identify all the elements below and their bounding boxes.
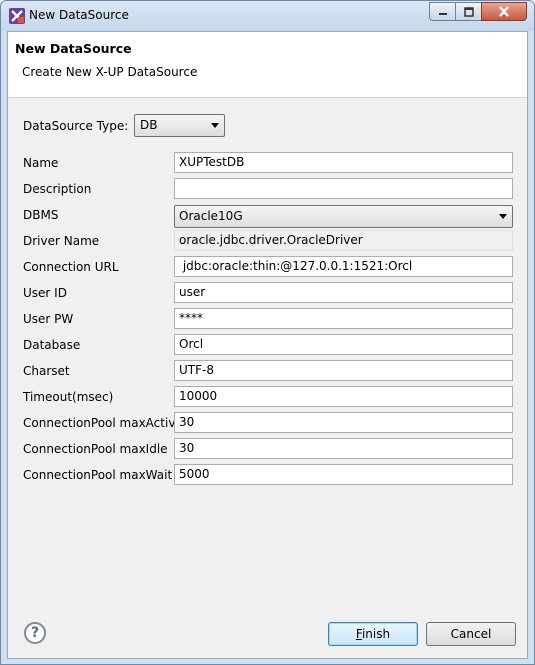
dbms-label: DBMS <box>23 208 59 222</box>
driver-name-field: oracle.jdbc.driver.OracleDriver <box>174 230 513 251</box>
datasource-type-select[interactable]: DB <box>134 114 225 137</box>
finish-button[interactable]: Finish <box>328 622 418 646</box>
pool-max-idle-label: ConnectionPool maxIdle <box>23 442 168 456</box>
close-button[interactable] <box>481 2 527 21</box>
database-label: Database <box>23 338 81 352</box>
dialog-window: New DataSource New DataSource Create New… <box>0 0 535 665</box>
minimize-button[interactable] <box>429 2 455 21</box>
xup-app-icon <box>9 8 25 24</box>
pool-max-active-input[interactable]: 30 <box>174 412 513 433</box>
cancel-button[interactable]: Cancel <box>426 622 516 646</box>
titlebar[interactable]: New DataSource <box>1 1 534 31</box>
minimize-icon <box>438 12 447 15</box>
datasource-type-value: DB <box>140 118 158 132</box>
chevron-down-icon <box>499 214 507 219</box>
database-input[interactable]: Orcl <box>174 334 513 355</box>
user-id-input[interactable]: user <box>174 282 513 303</box>
window-title: New DataSource <box>29 8 129 22</box>
connection-url-label: Connection URL <box>23 260 119 274</box>
connection-url-input[interactable]: jdbc:oracle:thin:@127.0.0.1:1521:Orcl <box>174 256 513 277</box>
pool-max-wait-label: ConnectionPool maxWait <box>23 468 173 482</box>
name-label: Name <box>23 156 59 170</box>
maximize-button[interactable] <box>455 2 481 21</box>
description-label: Description <box>23 182 92 196</box>
pool-max-wait-input[interactable]: 5000 <box>174 464 513 485</box>
pool-max-active-label: ConnectionPool maxActive <box>23 416 183 430</box>
user-pw-label: User PW <box>23 312 74 326</box>
timeout-label: Timeout(msec) <box>23 390 114 404</box>
dbms-value: Oracle10G <box>179 209 243 223</box>
header-subtitle: Create New X-UP DataSource <box>22 65 198 79</box>
name-input[interactable]: XUPTestDB <box>174 152 513 173</box>
header-title: New DataSource <box>15 41 132 56</box>
help-icon[interactable]: ? <box>24 622 46 644</box>
pool-max-idle-input[interactable]: 30 <box>174 438 513 459</box>
finish-label-rest: inish <box>361 627 391 641</box>
close-icon <box>499 6 509 17</box>
driver-name-label: Driver Name <box>23 234 100 248</box>
charset-input[interactable]: UTF-8 <box>174 360 513 381</box>
dialog-body: New DataSource Create New X-UP DataSourc… <box>7 31 528 659</box>
user-id-label: User ID <box>23 286 67 300</box>
chevron-down-icon <box>211 123 219 128</box>
dbms-select[interactable]: Oracle10G <box>174 205 513 228</box>
timeout-input[interactable]: 10000 <box>174 386 513 407</box>
maximize-icon <box>463 6 474 17</box>
charset-label: Charset <box>23 364 70 378</box>
user-pw-input[interactable]: **** <box>174 308 513 329</box>
window-controls <box>429 2 527 21</box>
description-input[interactable] <box>174 178 513 199</box>
wizard-header: New DataSource Create New X-UP DataSourc… <box>8 32 527 98</box>
datasource-type-label: DataSource Type: <box>23 119 129 133</box>
